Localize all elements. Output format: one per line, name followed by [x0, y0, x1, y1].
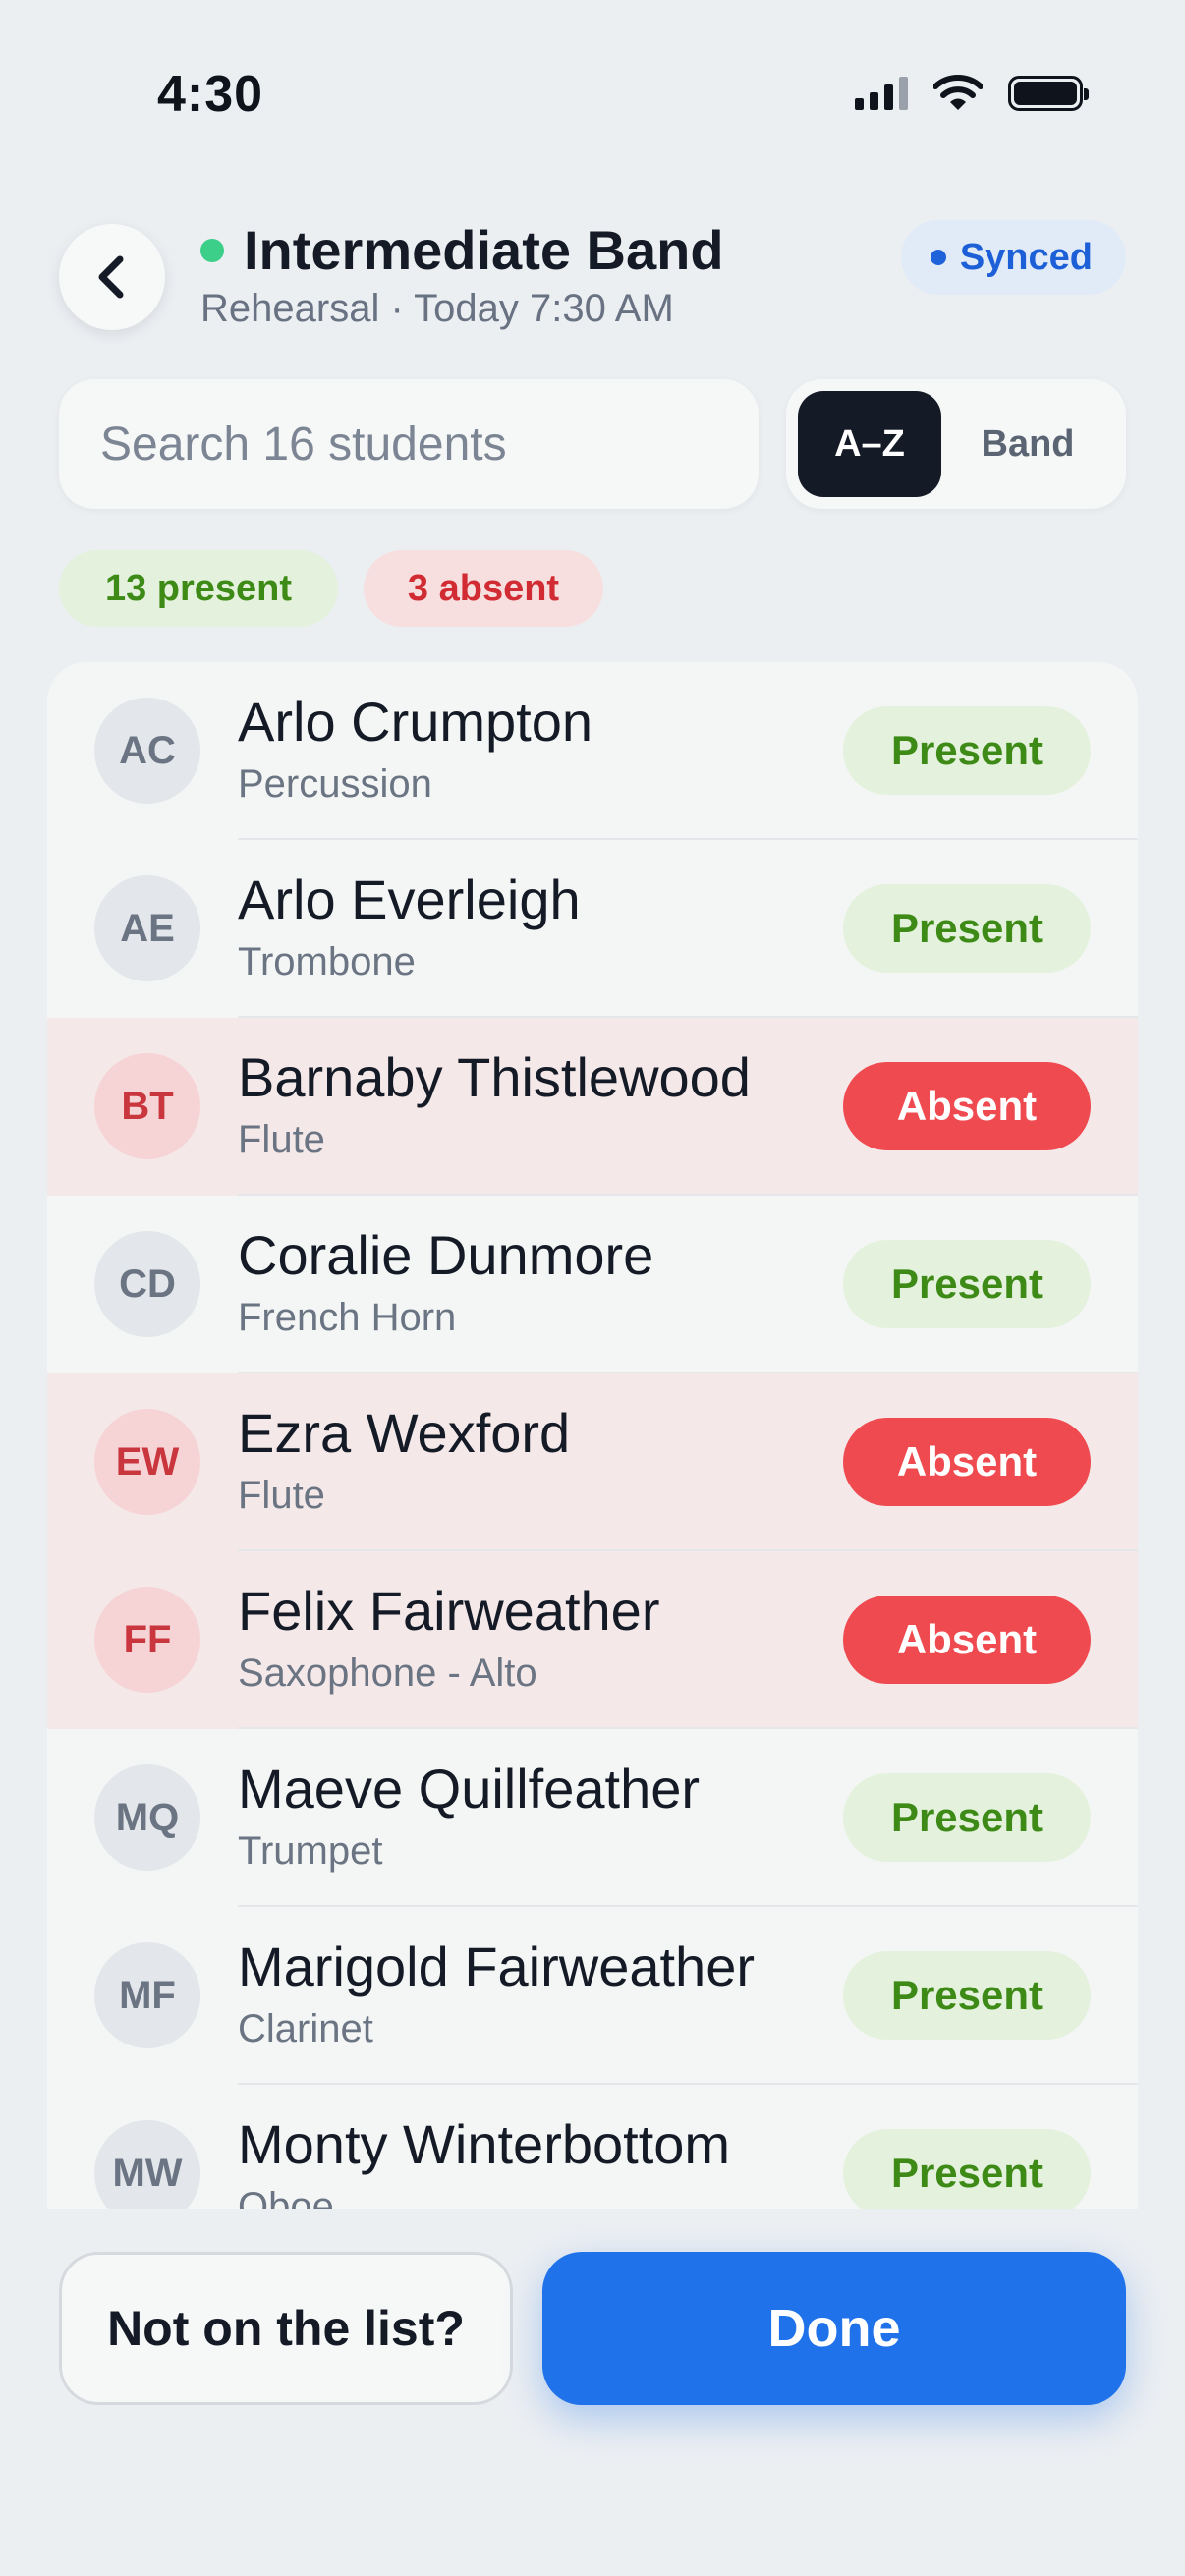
student-avatar: MQ	[94, 1764, 200, 1871]
chevron-left-icon	[98, 255, 124, 299]
attendance-status-toggle[interactable]: Present	[843, 2129, 1091, 2209]
sync-dot-icon	[930, 250, 946, 265]
attendance-status-toggle[interactable]: Present	[843, 1773, 1091, 1862]
absent-count-badge: 3 absent	[364, 550, 603, 627]
student-name: Felix Fairweather	[238, 1580, 660, 1642]
student-instrument: Flute	[238, 1118, 325, 1161]
sort-segmented-control: A–Z Band	[786, 379, 1126, 509]
student-row[interactable]: AE Arlo Everleigh Trombone Present	[47, 840, 1138, 1018]
student-name: Arlo Everleigh	[238, 868, 581, 930]
back-button[interactable]	[59, 224, 165, 330]
student-name: Marigold Fairweather	[238, 1935, 755, 1997]
live-indicator-dot	[200, 238, 224, 262]
done-button[interactable]: Done	[542, 2252, 1126, 2405]
sync-status-badge: Synced	[900, 220, 1126, 295]
attendance-status-toggle[interactable]: Absent	[843, 1418, 1091, 1506]
battery-icon	[1008, 76, 1089, 111]
student-instrument: French Horn	[238, 1296, 457, 1339]
student-row[interactable]: CD Coralie Dunmore French Horn Present	[47, 1196, 1138, 1373]
student-instrument: Saxophone - Alto	[238, 1652, 537, 1695]
student-row[interactable]: EW Ezra Wexford Flute Absent	[47, 1373, 1138, 1551]
status-time: 4:30	[157, 66, 264, 123]
student-name: Barnaby Thistlewood	[238, 1046, 751, 1108]
student-list: AC Arlo Crumpton Percussion Present AE Arlo E…	[47, 662, 1138, 2209]
student-instrument: Clarinet	[238, 2007, 373, 2050]
attendance-status-toggle[interactable]: Present	[843, 1951, 1091, 2040]
header-title-row: Intermediate Band	[200, 218, 724, 282]
attendance-status-toggle[interactable]: Absent	[843, 1596, 1091, 1684]
cellular-signal-icon	[855, 77, 908, 110]
student-name: Ezra Wexford	[238, 1402, 571, 1464]
attendance-screen: 4:30 Intermediate Band Rehearsal · Today…	[0, 0, 1185, 2576]
student-avatar: AC	[94, 698, 200, 804]
student-name: Maeve Quillfeather	[238, 1758, 701, 1820]
student-instrument: Percussion	[238, 762, 432, 806]
student-instrument: Flute	[238, 1474, 325, 1517]
student-name: Monty Winterbottom	[238, 2113, 731, 2175]
student-name: Arlo Crumpton	[238, 691, 593, 753]
sort-option-az[interactable]: A–Z	[798, 391, 941, 497]
not-on-list-button[interactable]: Not on the list?	[59, 2252, 513, 2405]
page-title: Intermediate Band	[244, 219, 724, 281]
student-instrument: Trombone	[238, 940, 416, 983]
student-avatar: MF	[94, 1942, 200, 2048]
attendance-status-toggle[interactable]: Present	[843, 706, 1091, 795]
student-avatar: FF	[94, 1587, 200, 1693]
session-subtitle: Rehearsal · Today 7:30 AM	[200, 287, 674, 330]
attendance-status-toggle[interactable]: Present	[843, 1240, 1091, 1328]
student-row[interactable]: MF Marigold Fairweather Clarinet Present	[47, 1907, 1138, 2085]
student-avatar: CD	[94, 1231, 200, 1337]
student-row[interactable]: BT Barnaby Thistlewood Flute Absent	[47, 1018, 1138, 1196]
student-row[interactable]: MW Monty Winterbottom Oboe Present	[47, 2085, 1138, 2209]
student-avatar: AE	[94, 875, 200, 981]
attendance-status-toggle[interactable]: Absent	[843, 1062, 1091, 1150]
student-avatar: MW	[94, 2120, 200, 2209]
student-row[interactable]: AC Arlo Crumpton Percussion Present	[47, 662, 1138, 840]
status-icons	[855, 75, 1089, 112]
present-count-badge: 13 present	[59, 550, 338, 627]
student-instrument: Trumpet	[238, 1829, 383, 1873]
sync-status-label: Synced	[959, 236, 1093, 278]
student-name: Coralie Dunmore	[238, 1224, 654, 1286]
student-instrument: Oboe	[238, 2185, 334, 2209]
status-bar: 4:30	[0, 0, 1185, 147]
wifi-icon	[933, 75, 983, 110]
student-row[interactable]: FF Felix Fairweather Saxophone - Alto Absen…	[47, 1551, 1138, 1729]
student-row[interactable]: MQ Maeve Quillfeather Trumpet Present	[47, 1729, 1138, 1907]
attendance-status-toggle[interactable]: Present	[843, 884, 1091, 973]
student-avatar: EW	[94, 1409, 200, 1515]
sort-option-band[interactable]: Band	[941, 391, 1114, 497]
search-input[interactable]	[59, 379, 759, 509]
student-avatar: BT	[94, 1053, 200, 1159]
